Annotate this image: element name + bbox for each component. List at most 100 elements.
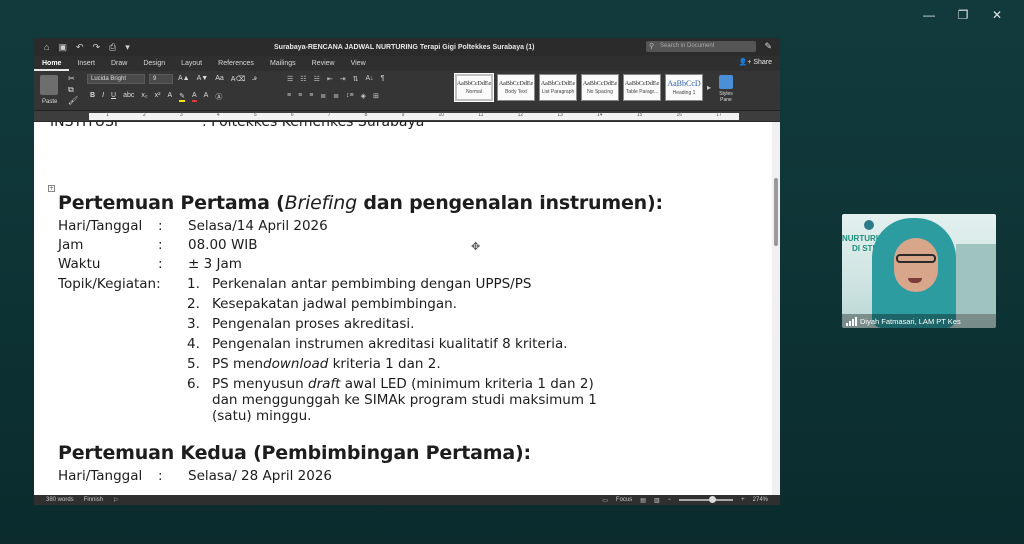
increase-indent-icon[interactable]: ⇥ [340, 75, 346, 83]
style-name: List Paragraph [541, 88, 575, 95]
item-number: 6. [187, 376, 200, 392]
strikethrough-icon[interactable]: abc [123, 92, 134, 102]
focus-icon[interactable]: ▭ [602, 497, 608, 504]
tab-references[interactable]: References [210, 56, 262, 71]
multilevel-icon[interactable]: ☱ [314, 75, 320, 83]
subscript-icon[interactable]: x₂ [141, 92, 147, 102]
share-person-icon[interactable]: ✎ [764, 41, 772, 52]
restore-icon[interactable]: ❐ [946, 6, 980, 24]
copy-icon[interactable]: ⧉ [68, 85, 74, 95]
web-layout-icon[interactable]: ▥ [654, 497, 660, 504]
accessibility-icon[interactable]: ⚐ [113, 497, 118, 504]
style-table-paragraph[interactable]: AaBbCcDdEe Table Paragr... [623, 74, 661, 101]
ruler-number: 7 [327, 112, 331, 118]
tab-design[interactable]: Design [135, 56, 173, 71]
tab-insert[interactable]: Insert [69, 56, 103, 71]
styles-pane-button[interactable]: Styles Pane [716, 75, 736, 103]
enclose-icon[interactable]: Ⓐ [215, 92, 222, 102]
focus-label[interactable]: Focus [616, 497, 632, 503]
list-item: 6. PS menyusun draft awal LED (minimum kr… [187, 376, 667, 424]
change-case-icon[interactable]: Aa [215, 75, 224, 83]
save-icon[interactable]: ▣ [58, 42, 67, 53]
highlight-icon[interactable]: ✎ [179, 92, 185, 102]
character-shading-icon[interactable]: A [204, 92, 209, 102]
search-input[interactable]: ⚲ Search in Document [646, 41, 756, 52]
ruler-number: 6 [290, 112, 294, 118]
close-icon[interactable]: ✕ [980, 6, 1014, 24]
italic-icon[interactable]: I [102, 92, 104, 102]
show-marks-icon[interactable]: ¶ [381, 75, 385, 83]
distributed-icon[interactable]: ≣ [333, 92, 339, 100]
grow-font-icon[interactable]: A▲ [178, 75, 190, 83]
zoom-in-icon[interactable]: + [741, 497, 745, 503]
style-no-spacing[interactable]: AaBbCcDdEe No Spacing [581, 74, 619, 101]
undo-icon[interactable]: ↶ [76, 42, 84, 53]
align-left-icon[interactable]: ≡ [287, 92, 291, 100]
line-spacing-icon[interactable]: ↕≡ [346, 92, 354, 100]
tab-layout[interactable]: Layout [173, 56, 210, 71]
numbering-icon[interactable]: ☷ [300, 75, 306, 83]
text-effects-icon[interactable]: A [167, 92, 172, 102]
font-size-select[interactable]: 9 [149, 74, 173, 84]
meeting2-heading: Pertemuan Kedua (Pembimbingan Pertama): [58, 442, 531, 464]
table-move-handle-icon[interactable]: + [48, 185, 55, 192]
tab-draw[interactable]: Draw [103, 56, 135, 71]
justify-icon[interactable]: ≣ [320, 92, 326, 100]
shrink-font-icon[interactable]: A▼ [197, 75, 209, 83]
align-center-icon[interactable]: ≡ [298, 92, 302, 100]
print-layout-icon[interactable]: ▤ [640, 497, 646, 504]
paste-button[interactable] [40, 75, 58, 95]
shading-icon[interactable]: ◈ [361, 92, 366, 100]
tab-home[interactable]: Home [34, 56, 70, 71]
tab-review[interactable]: Review [304, 56, 343, 71]
sort-icon[interactable]: A↓ [365, 75, 373, 83]
bold-icon[interactable]: B [90, 92, 95, 102]
underline-icon[interactable]: U [111, 92, 116, 102]
share-button[interactable]: 👤+ Share [739, 58, 772, 66]
meeting1-row-time: Jam: 08.00 WIB [58, 237, 258, 253]
styles-more-icon[interactable]: ▸ [707, 83, 711, 92]
superscript-icon[interactable]: x² [155, 92, 161, 102]
customize-icon[interactable]: ▾ [125, 42, 130, 53]
zoom-slider[interactable] [679, 496, 734, 503]
tab-mailings[interactable]: Mailings [262, 56, 304, 71]
cut-icon[interactable]: ✂ [68, 74, 75, 83]
vertical-scrollbar[interactable] [772, 122, 780, 495]
document-canvas[interactable]: INSTITUSI: Poltekkes Kemenkes Surabaya +… [34, 122, 772, 495]
text-direction-icon[interactable]: ⇅ [353, 75, 359, 83]
decrease-indent-icon[interactable]: ⇤ [327, 75, 333, 83]
minimize-icon[interactable]: — [912, 6, 946, 24]
ruler-number: 9 [401, 112, 405, 118]
scrollbar-thumb[interactable] [774, 178, 778, 246]
style-list-paragraph[interactable]: AaBbCcDdEe List Paragraph [539, 74, 577, 101]
clear-formatting-icon[interactable]: A⌫ [231, 75, 246, 83]
home-icon[interactable]: ⌂ [44, 42, 49, 53]
ruler[interactable]: 1 2 3 4 5 6 7 8 9 10 11 12 13 14 15 16 17 [34, 111, 780, 122]
style-heading-1[interactable]: AaBbCcD Heading 1 [665, 74, 703, 101]
style-normal[interactable]: AaBbCcDdEe Normal [454, 73, 494, 102]
item-text: PS menyusun [212, 376, 308, 392]
font-name-select[interactable]: Lucida Bright [87, 74, 145, 84]
zoom-out-icon[interactable]: − [668, 497, 672, 503]
participant-glasses [896, 254, 936, 263]
item-italic: draft [308, 376, 341, 392]
zoom-slider-thumb[interactable] [709, 496, 717, 503]
redo-icon[interactable]: ↷ [93, 42, 101, 53]
ruler-number: 13 [557, 112, 563, 118]
tab-view[interactable]: View [343, 56, 374, 71]
font-format-row: B I U abc x₂ x² A ✎ A A Ⓐ [90, 92, 222, 102]
print-icon[interactable]: ⎙ [109, 42, 116, 53]
align-right-icon[interactable]: ≡ [309, 92, 313, 100]
style-sample: AaBbCcDdEe [498, 80, 534, 87]
borders-icon[interactable]: ⊞ [373, 92, 379, 100]
list-item: 3. Pengenalan proses akreditasi. [187, 316, 667, 332]
format-painter-icon[interactable]: 🖌 [68, 96, 78, 105]
word-count[interactable]: 380 words [46, 497, 74, 504]
font-color-icon[interactable]: A [191, 92, 197, 102]
phonetic-icon[interactable]: ꭿ [252, 75, 256, 83]
style-body-text[interactable]: AaBbCcDdEe Body Text [497, 74, 535, 101]
bullets-icon[interactable]: ☰ [287, 75, 293, 83]
participant-video-tile[interactable]: NURTURING L DI STR TE Diyah Fatmasari, LA… [842, 214, 996, 328]
zoom-level[interactable]: 274% [753, 497, 768, 503]
language-indicator[interactable]: Finnish [84, 497, 103, 504]
